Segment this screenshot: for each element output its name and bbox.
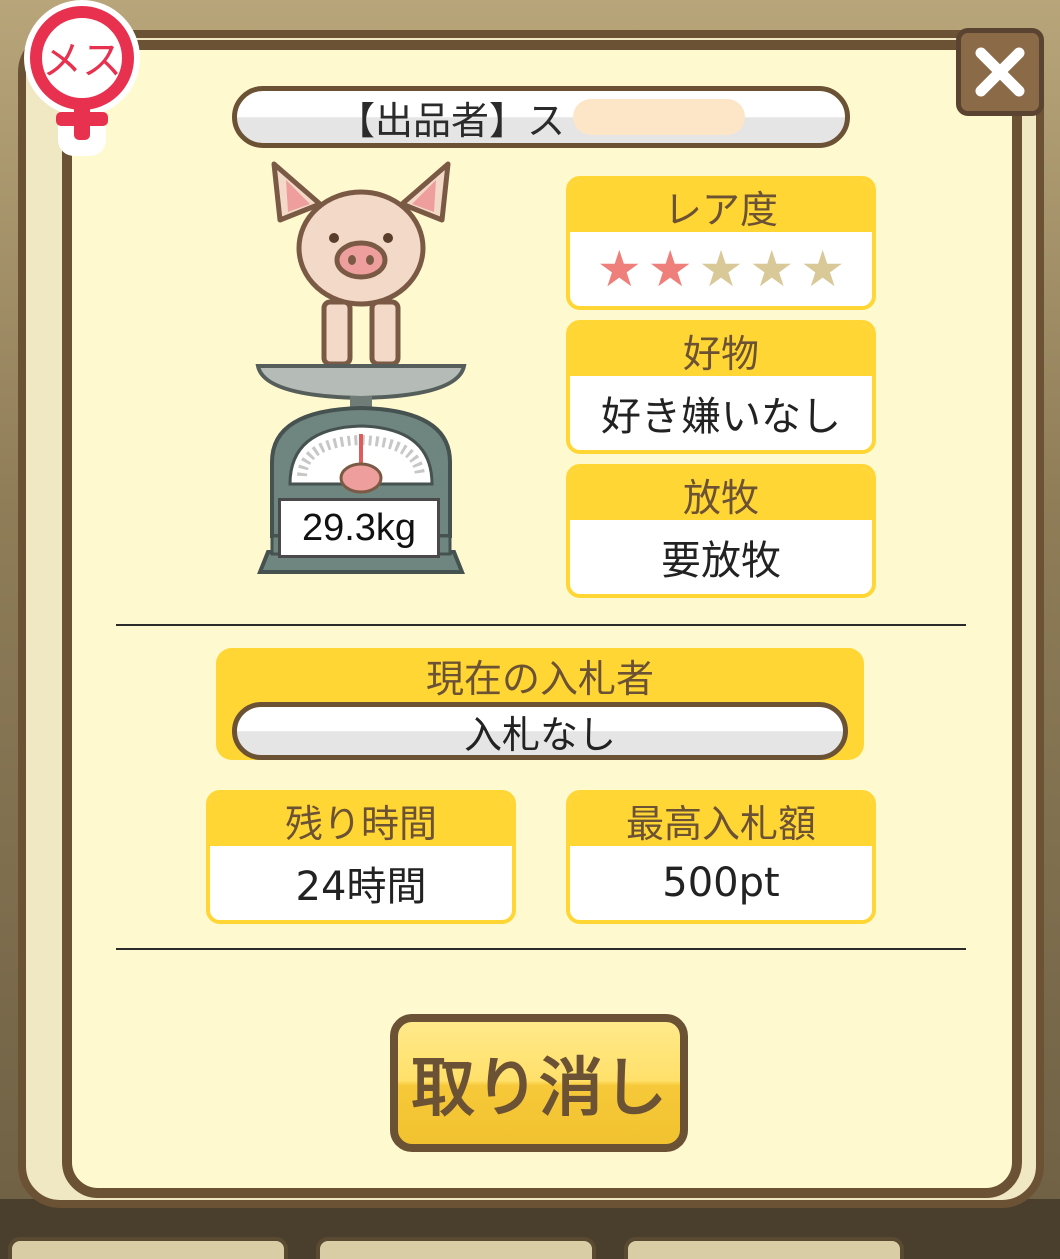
footer-tab: [316, 1237, 596, 1259]
close-button[interactable]: [956, 28, 1044, 116]
time-left-card: 残り時間 24時間: [206, 790, 516, 924]
weight-display: 29.3kg: [278, 498, 440, 558]
grazing-value: 要放牧: [661, 538, 781, 584]
bidder-title: 現在の入札者: [216, 648, 864, 702]
time-left-value: 24時間: [295, 864, 427, 910]
footer-tab: [624, 1237, 904, 1259]
time-left-title: 残り時間: [210, 794, 512, 846]
seller-name-redacted: [573, 99, 745, 135]
divider: [116, 948, 966, 950]
star-empty-icon: ★: [800, 240, 846, 298]
favorite-value: 好き嫌いなし: [601, 394, 841, 440]
grazing-card: 放牧 要放牧: [566, 464, 876, 598]
seller-name-bar: 【出品者】ス: [232, 86, 850, 148]
star-rating: ★ ★ ★ ★ ★: [597, 244, 845, 294]
bidder-value: 入札なし: [232, 702, 848, 760]
seller-label: 【出品者】ス: [336, 98, 565, 143]
footer-tab: [8, 1237, 288, 1259]
star-empty-icon: ★: [749, 240, 795, 298]
background-footer: [0, 1199, 1060, 1259]
max-bid-card: 最高入札額 500pt: [566, 790, 876, 924]
star-filled-icon: ★: [596, 240, 642, 298]
badge-label: メス: [42, 38, 122, 84]
rarity-stars: ★ ★ ★ ★ ★: [570, 232, 872, 306]
cancel-button[interactable]: 取り消し: [390, 1014, 688, 1152]
grazing-title: 放牧: [570, 468, 872, 520]
max-bid-title: 最高入札額: [570, 794, 872, 846]
divider: [116, 624, 966, 626]
favorite-title: 好物: [570, 324, 872, 376]
close-icon: [975, 47, 1025, 97]
female-symbol-icon: メス: [24, 0, 140, 156]
rarity-title: レア度: [570, 180, 872, 232]
female-badge: メス: [12, 0, 152, 160]
rarity-card: レア度 ★ ★ ★ ★ ★: [566, 176, 876, 310]
star-filled-icon: ★: [647, 240, 693, 298]
star-empty-icon: ★: [698, 240, 744, 298]
current-bidder-card: 現在の入札者 入札なし: [216, 648, 864, 760]
favorite-card: 好物 好き嫌いなし: [566, 320, 876, 454]
max-bid-value: 500pt: [662, 860, 780, 906]
